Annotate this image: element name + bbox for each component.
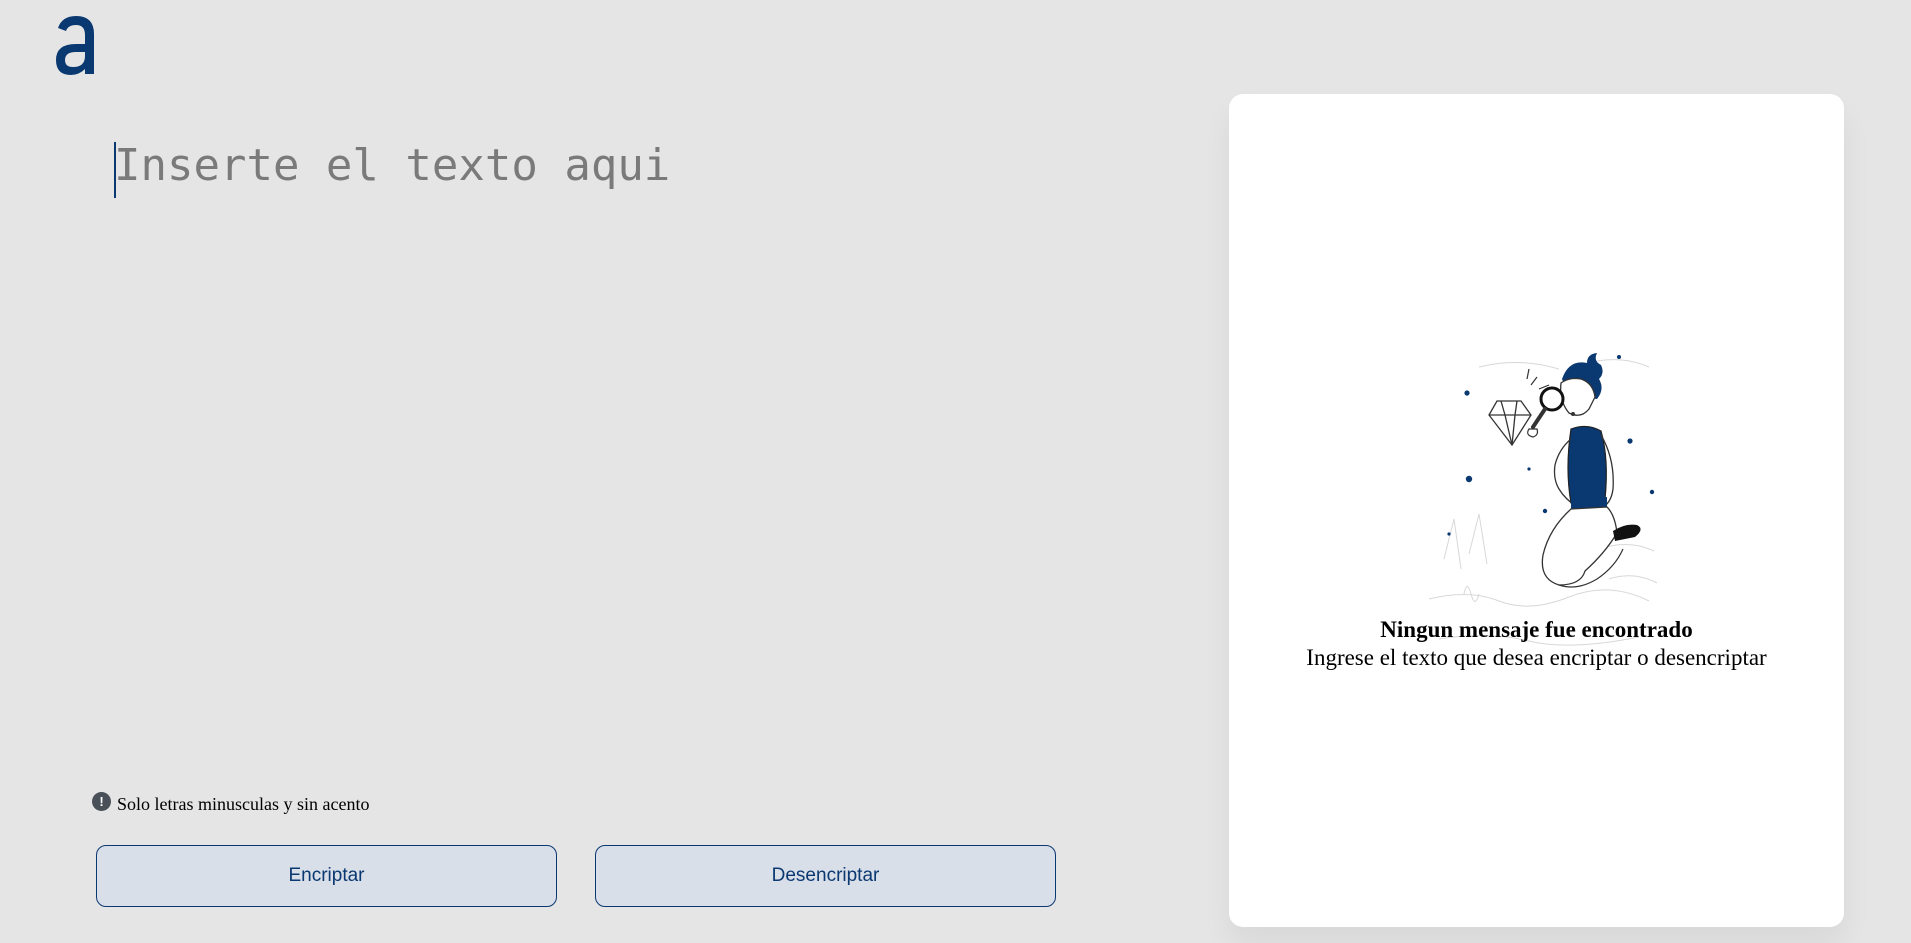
message-input[interactable] bbox=[114, 140, 1154, 740]
hint-text: Solo letras minusculas y sin acento bbox=[117, 794, 370, 814]
input-hint: ! Solo letras minusculas y sin acento bbox=[92, 792, 370, 815]
decrypt-button[interactable]: Desencriptar bbox=[595, 845, 1056, 907]
info-icon: ! bbox=[92, 792, 111, 811]
decrypt-button-label: Desencriptar bbox=[771, 865, 880, 886]
encrypt-button-label: Encriptar bbox=[288, 865, 365, 886]
empty-state-title: Ningun mensaje fue encontrado bbox=[1380, 617, 1693, 642]
encrypt-button[interactable]: Encriptar bbox=[96, 845, 557, 907]
text-caret bbox=[114, 142, 116, 198]
alura-logo bbox=[56, 16, 94, 75]
empty-state-subtitle: Ingrese el texto que desea encriptar o d… bbox=[1306, 645, 1767, 670]
output-panel: Ningun mensaje fue encontrado Ingrese el… bbox=[1229, 94, 1844, 927]
app-page: ! Solo letras minusculas y sin acento En… bbox=[0, 0, 1911, 943]
